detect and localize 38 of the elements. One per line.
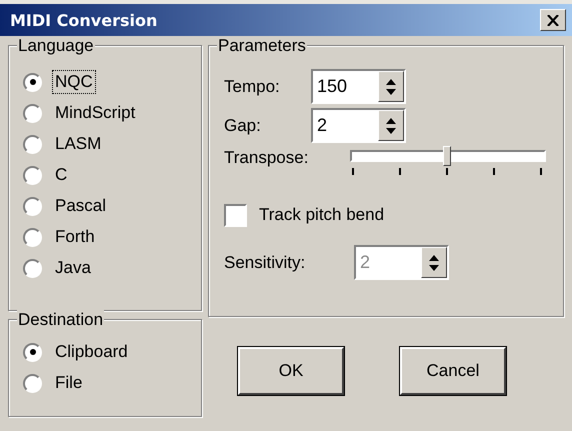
radio-label[interactable]: LASM (52, 132, 104, 156)
spin-field[interactable]: 150 (311, 69, 406, 104)
radio-label[interactable]: Java (52, 256, 94, 280)
radio-button[interactable] (23, 228, 42, 246)
dialog-button[interactable]: OK (238, 347, 344, 395)
slider-thumb[interactable] (443, 146, 451, 166)
radio-button[interactable] (23, 196, 42, 216)
radio-button[interactable] (23, 166, 42, 184)
radio-button[interactable] (23, 72, 42, 92)
radio-label[interactable]: Clipboard (52, 340, 131, 364)
radio-label[interactable]: MindScript (52, 101, 138, 125)
dialog-button[interactable]: Cancel (400, 347, 506, 395)
radio-label[interactable]: Forth (52, 225, 98, 249)
radio-label[interactable]: File (52, 371, 86, 395)
radio-label[interactable]: Pascal (52, 194, 110, 218)
radio-button[interactable] (23, 104, 42, 122)
radio-button[interactable] (23, 258, 42, 278)
up-down-arrows-icon (385, 116, 397, 134)
window-title: MIDI Conversion (10, 10, 158, 30)
radio-button[interactable] (23, 134, 42, 154)
radio-label[interactable]: C (52, 163, 70, 187)
checkbox[interactable] (224, 204, 247, 226)
group-label: Language (17, 36, 95, 56)
spin-button[interactable] (378, 110, 404, 141)
spin-field[interactable]: 2 (311, 108, 406, 143)
up-down-arrows-icon (428, 254, 440, 272)
radio-button[interactable] (23, 374, 42, 392)
field-label: Transpose: (224, 148, 310, 168)
radio-button[interactable] (23, 342, 42, 362)
field-label: Tempo: (224, 76, 281, 96)
spin-button[interactable] (378, 71, 404, 102)
checkbox-label[interactable]: Track pitch bend (259, 205, 384, 225)
radio-label[interactable]: NQC (52, 70, 96, 94)
field-label: Sensitivity: (224, 252, 306, 272)
close-button[interactable] (540, 9, 566, 31)
up-down-arrows-icon (385, 78, 397, 96)
close-icon (547, 14, 559, 26)
field-label: Gap: (224, 116, 262, 136)
